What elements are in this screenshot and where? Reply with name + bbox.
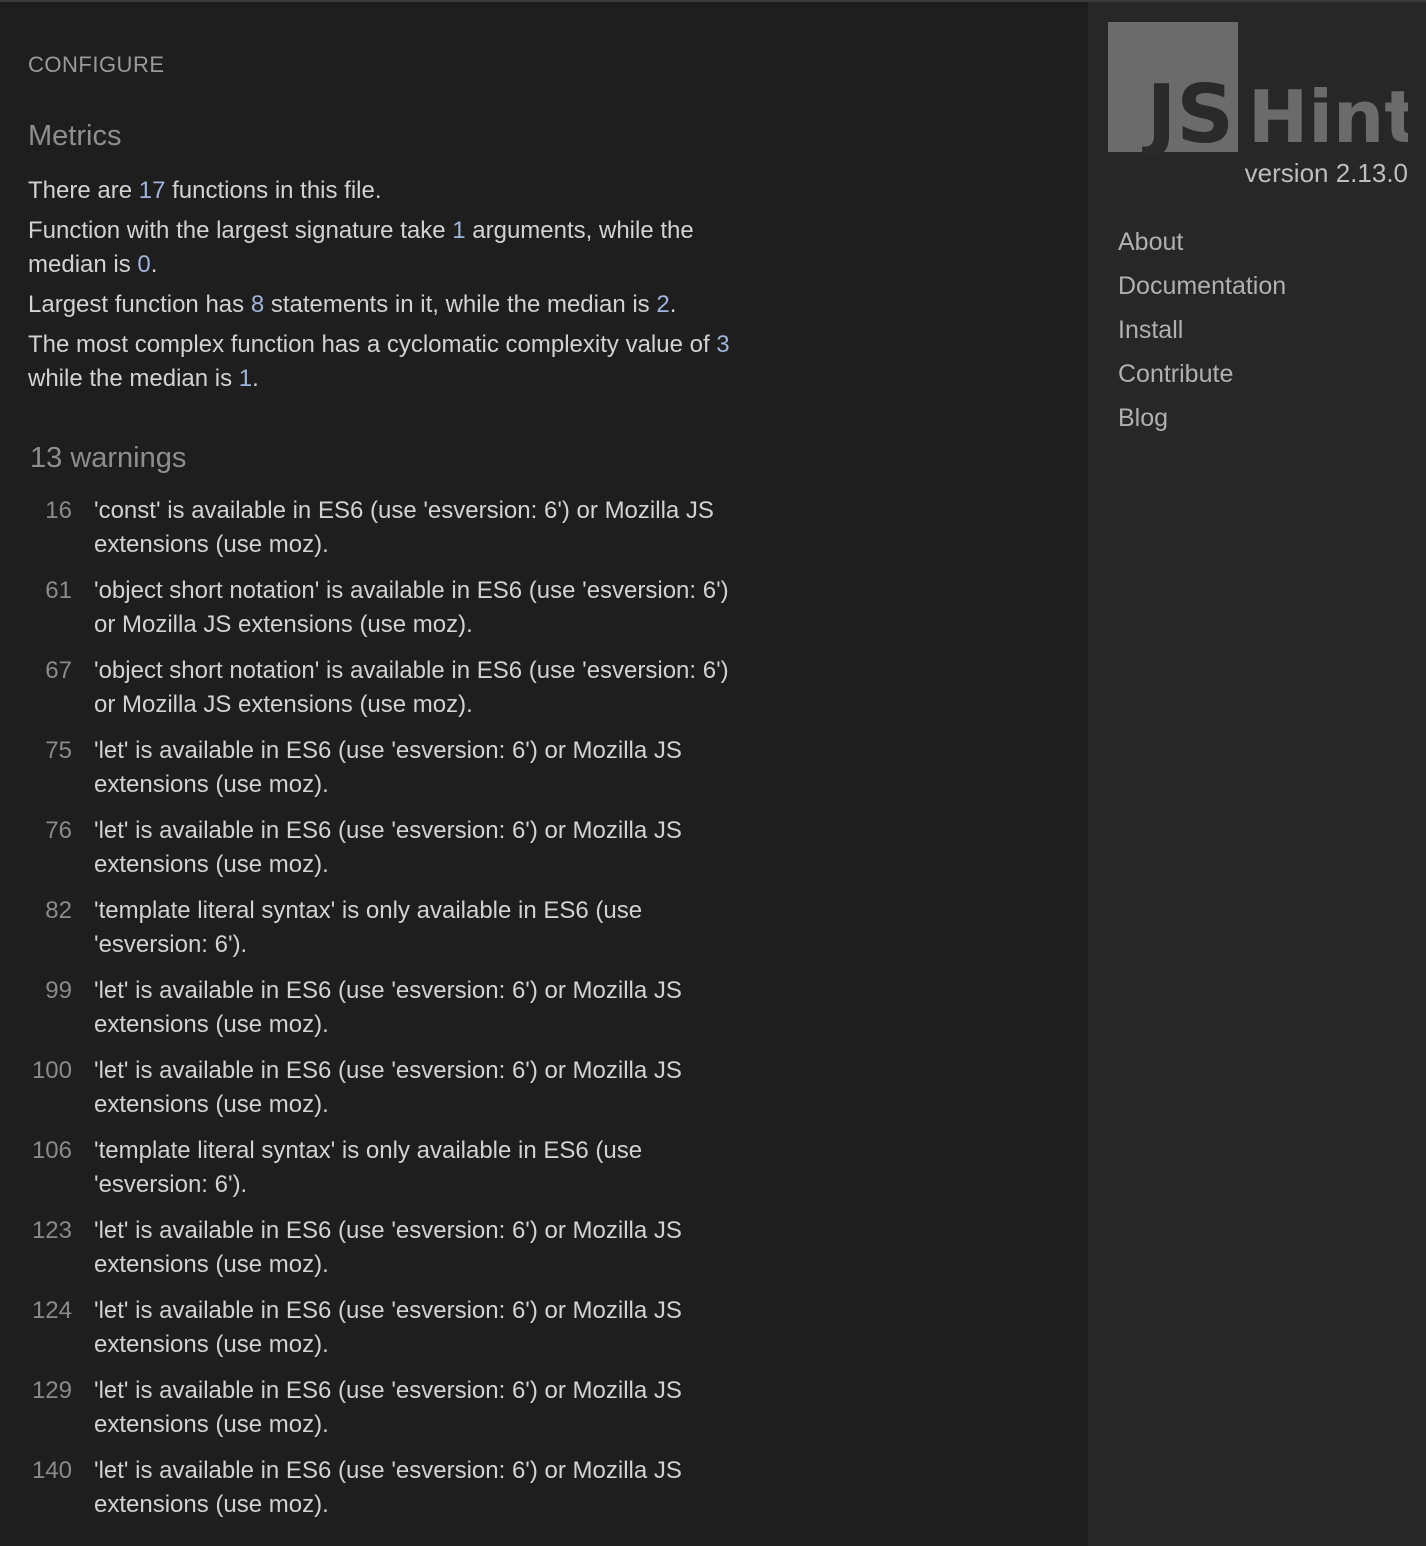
- statements-median-value: 2: [656, 291, 670, 318]
- warning-message: 'let' is available in ES6 (use 'esversio…: [94, 977, 682, 1038]
- warning-message: 'object short notation' is available in …: [94, 657, 729, 718]
- main-panel: CONFIGURE Metrics There are 17 functions…: [0, 2, 1088, 1546]
- complexity-median-value: 1: [238, 365, 253, 392]
- warning-line-number: 123: [31, 1217, 72, 1244]
- warning-item: 61 'object short notation' is available i…: [0, 572, 740, 652]
- logo-js-text: JS: [1142, 68, 1234, 154]
- nav-link-documentation[interactable]: Documentation: [1118, 264, 1286, 308]
- warning-line-number: 124: [31, 1297, 72, 1324]
- warning-message: 'template literal syntax' is only availa…: [94, 1137, 643, 1198]
- warning-message: 'object short notation' is available in …: [94, 577, 729, 638]
- nav-link-blog[interactable]: Blog: [1118, 396, 1286, 440]
- warning-item: 76 'let' is available in ES6 (use 'esvers…: [0, 812, 740, 892]
- largest-signature-value: 1: [452, 217, 466, 244]
- functions-count-value: 17: [138, 177, 166, 204]
- warning-line-number: 61: [45, 577, 72, 604]
- metric-signature: Function with the largest signature take…: [28, 217, 694, 278]
- warning-line-number: 75: [45, 737, 72, 764]
- signature-median-value: 0: [137, 251, 151, 278]
- warning-item: 67 'object short notation' is available i…: [0, 652, 740, 732]
- warning-item: 123 'let' is available in ES6 (use 'esver…: [0, 1212, 740, 1292]
- metrics-section: There are 17 functions in this file. Fun…: [28, 174, 748, 402]
- warning-line-number: 100: [31, 1057, 72, 1084]
- warning-item: 16 'const' is available in ES6 (use 'esve…: [0, 492, 740, 572]
- warning-message: 'let' is available in ES6 (use 'esversio…: [94, 1457, 682, 1518]
- warning-item: 82 'template literal syntax' is only avai…: [0, 892, 740, 972]
- warning-message: 'let' is available in ES6 (use 'esversio…: [94, 1217, 682, 1278]
- jshint-logo[interactable]: JS Hint: [1108, 22, 1408, 154]
- warning-message: 'let' is available in ES6 (use 'esversio…: [94, 1377, 682, 1438]
- warning-item: 99 'let' is available in ES6 (use 'esvers…: [0, 972, 740, 1052]
- metrics-title: Metrics: [28, 120, 122, 152]
- nav-link-about[interactable]: About: [1118, 220, 1286, 264]
- version-label: version 2.13.0: [1244, 158, 1408, 188]
- warning-message: 'let' is available in ES6 (use 'esversio…: [94, 1297, 682, 1358]
- sidebar-nav: About Documentation Install Contribute B…: [1118, 220, 1286, 440]
- configure-link[interactable]: CONFIGURE: [28, 52, 165, 78]
- nav-link-contribute[interactable]: Contribute: [1118, 352, 1286, 396]
- warning-line-number: 99: [45, 977, 72, 1004]
- warning-item: 75 'let' is available in ES6 (use 'esvers…: [0, 732, 740, 812]
- warning-line-number: 16: [45, 497, 72, 524]
- metric-functions-count: There are 17 functions in this file.: [28, 177, 382, 204]
- max-complexity-value: 3: [716, 331, 730, 358]
- warning-message: 'const' is available in ES6 (use 'esvers…: [94, 497, 714, 558]
- largest-statements-value: 8: [250, 291, 265, 318]
- warning-line-number: 106: [31, 1137, 72, 1164]
- warning-message: 'let' is available in ES6 (use 'esversio…: [94, 737, 682, 798]
- metric-complexity: The most complex function has a cyclomat…: [28, 331, 730, 392]
- warning-item: 140 'let' is available in ES6 (use 'esver…: [0, 1452, 740, 1532]
- metric-statements: Largest function has 8 statements in it,…: [28, 291, 677, 318]
- warning-line-number: 76: [45, 817, 72, 844]
- sidebar: JS Hint version 2.13.0 About Documentati…: [1088, 2, 1426, 1546]
- warning-item: 106 'template literal syntax' is only ava…: [0, 1132, 740, 1212]
- warning-line-number: 140: [31, 1457, 72, 1484]
- warning-line-number: 67: [45, 657, 72, 684]
- warning-line-number: 129: [31, 1377, 72, 1404]
- warning-message: 'let' is available in ES6 (use 'esversio…: [94, 1057, 682, 1118]
- warning-message: 'let' is available in ES6 (use 'esversio…: [94, 817, 682, 878]
- warning-message: 'template literal syntax' is only availa…: [94, 897, 643, 958]
- nav-link-install[interactable]: Install: [1118, 308, 1286, 352]
- warning-line-number: 82: [45, 897, 72, 924]
- warnings-title: 13 warnings: [30, 442, 187, 474]
- warning-item: 100 'let' is available in ES6 (use 'esver…: [0, 1052, 740, 1132]
- logo-hint-text: Hint: [1248, 75, 1408, 154]
- warning-item: 129 'let' is available in ES6 (use 'esver…: [0, 1372, 740, 1452]
- warnings-list: 16 'const' is available in ES6 (use 'esve…: [0, 492, 740, 1532]
- warning-item: 124 'let' is available in ES6 (use 'esver…: [0, 1292, 740, 1372]
